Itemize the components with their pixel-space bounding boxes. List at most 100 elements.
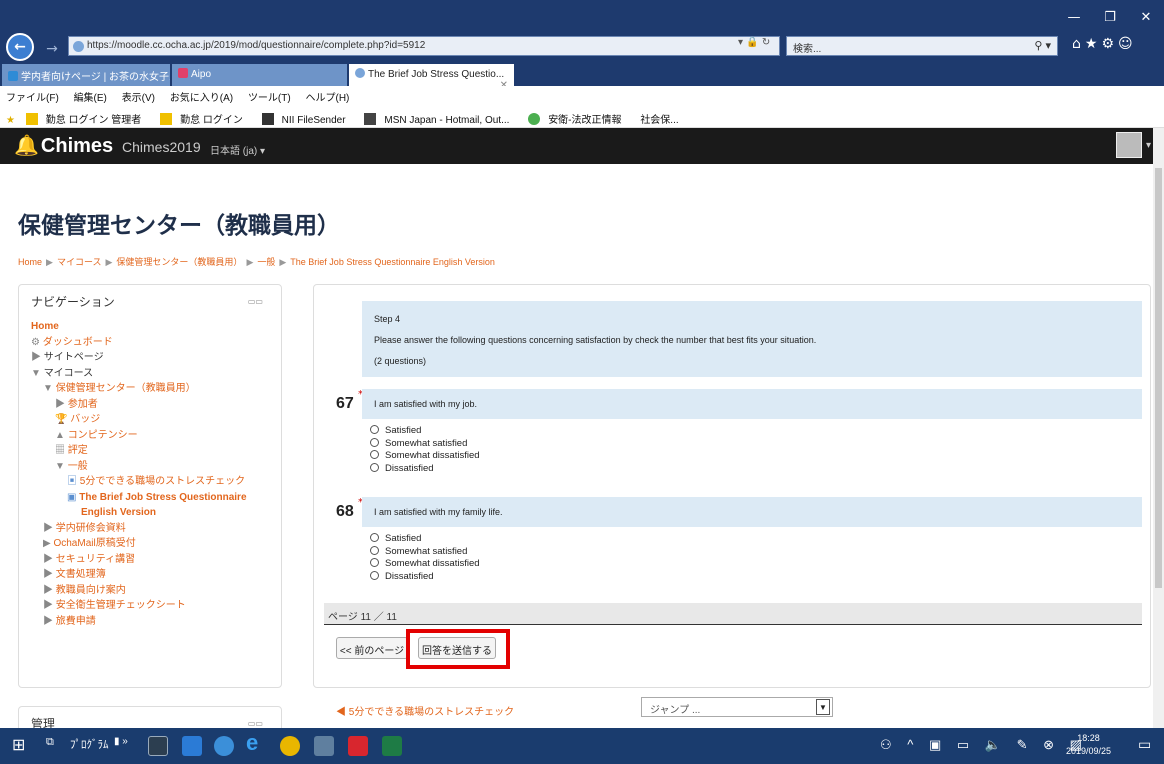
radio-button[interactable]: [370, 570, 379, 580]
nav-course[interactable]: ▼ 保健管理センター（教職員用）: [31, 381, 279, 397]
chevron-down-icon[interactable]: ▼: [816, 699, 830, 715]
nav-badges[interactable]: 🏆 バッジ: [31, 412, 279, 428]
windows-start-icon[interactable]: ⊞: [12, 735, 25, 755]
nav-course-anzen[interactable]: ▶ 安全衛生管理チェックシート: [31, 598, 279, 614]
logo-text: Chimes: [40, 135, 114, 157]
task-view-icon[interactable]: ⧉: [46, 736, 54, 749]
chrome-icon[interactable]: [280, 736, 300, 756]
site-name[interactable]: Chimes2019: [122, 139, 201, 155]
radio-button[interactable]: [370, 425, 379, 434]
internet-explorer-icon[interactable]: e: [246, 730, 258, 756]
nav-course-security[interactable]: ▶ セキュリティ講習: [31, 552, 279, 568]
tab-questionnaire[interactable]: The Brief Job Stress Questio... ✕: [349, 64, 514, 86]
option-somewhat-satisfied[interactable]: Somewhat satisfied: [370, 437, 480, 451]
clock[interactable]: 18:28 2019/09/25: [1066, 732, 1111, 758]
menu-favorites[interactable]: お気に入り(A): [170, 93, 233, 104]
breadcrumb-home[interactable]: Home: [18, 257, 42, 267]
nav-course-ryohi[interactable]: ▶ 旅費申請: [31, 614, 279, 630]
nav-activity-questionnaire[interactable]: ▣ The Brief Job Stress Questionnaire: [31, 490, 279, 506]
previous-activity-link[interactable]: ◀ 5分でできる職場のストレスチェック: [336, 703, 514, 718]
file-explorer-icon[interactable]: [182, 736, 202, 756]
user-avatar[interactable]: [1116, 132, 1142, 158]
system-tray[interactable]: ⚇ ^ ▣ ▭ 🔈 ✎ ⊗ ▨: [880, 737, 1088, 753]
nav-general[interactable]: ▼ 一般: [31, 459, 279, 475]
breadcrumb-questionnaire[interactable]: The Brief Job Stress Questionnaire Engli…: [290, 257, 495, 267]
nav-course-bunsho[interactable]: ▶ 文書処理簿: [31, 567, 279, 583]
breadcrumb-general[interactable]: 一般: [257, 257, 275, 267]
close-window-button[interactable]: ✕: [1130, 10, 1162, 25]
nav-course-annai[interactable]: ▶ 教職員向け案内: [31, 583, 279, 599]
nav-label: 学内研修会資料: [55, 522, 126, 534]
fav-item-msn[interactable]: MSN Japan - Hotmail, Out...: [364, 113, 517, 126]
option-dissatisfied[interactable]: Dissatisfied: [370, 570, 480, 584]
toolbar-icons[interactable]: ⌂★⚙☺: [1072, 36, 1137, 52]
nav-grades[interactable]: ▦ 評定: [31, 443, 279, 459]
radio-button[interactable]: [370, 533, 379, 542]
notification-icon[interactable]: ▭: [1138, 736, 1151, 753]
aipo-icon: [178, 68, 188, 78]
restore-button[interactable]: ❐: [1094, 10, 1126, 25]
nav-dashboard[interactable]: ⚙ ダッシュボード: [31, 335, 279, 351]
fav-item-kintai-admin[interactable]: 勤怠 ログイン 管理者: [25, 113, 150, 126]
option-satisfied[interactable]: Satisfied: [370, 533, 480, 546]
fav-item-anei[interactable]: 安衛-法改正情報: [528, 113, 629, 126]
nav-participants[interactable]: ▶ 参加者: [31, 397, 279, 413]
menu-file[interactable]: ファイル(F): [6, 93, 59, 104]
lock-refresh-icon[interactable]: ▾ 🔒 ↻: [738, 37, 770, 48]
radio-button[interactable]: [370, 437, 379, 447]
nav-competencies[interactable]: ▲ コンピテンシー: [31, 428, 279, 444]
nav-home[interactable]: Home: [31, 319, 279, 335]
radio-button[interactable]: [370, 545, 379, 555]
breadcrumb-course[interactable]: 保健管理センター（教職員用）: [116, 257, 242, 267]
excel-icon[interactable]: [382, 736, 402, 756]
breadcrumb-mycourses[interactable]: マイコース: [57, 257, 102, 267]
site-logo[interactable]: 🔔 Chimes: [14, 133, 113, 158]
app-icon[interactable]: [214, 736, 234, 756]
tab-aipo[interactable]: Aipo: [172, 64, 347, 86]
nav-course-ochamail[interactable]: ▶ OchaMail原稿受付: [31, 536, 279, 552]
option-somewhat-dissatisfied[interactable]: Somewhat dissatisfied: [370, 450, 480, 463]
forward-button[interactable]: →: [40, 37, 64, 61]
menu-view[interactable]: 表示(V): [122, 93, 155, 104]
language-menu[interactable]: 日本語 (ja) ▾: [210, 142, 265, 157]
address-bar[interactable]: https://moodle.cc.ocha.ac.jp/2019/mod/qu…: [68, 36, 780, 56]
question-options: Satisfied Somewhat satisfied Somewhat di…: [370, 533, 480, 583]
option-satisfied[interactable]: Satisfied: [370, 425, 480, 438]
block-controls-icon[interactable]: ▭▭: [248, 719, 263, 728]
nav-activity-questionnaire-line2[interactable]: English Version: [31, 505, 279, 521]
fav-item-filesender[interactable]: NII FileSender: [261, 113, 354, 126]
search-icon[interactable]: ⚲ ▾: [1034, 39, 1051, 52]
favorites-star-icon[interactable]: ★: [6, 115, 15, 126]
back-button[interactable]: ←: [6, 33, 34, 61]
chevron-down-icon[interactable]: ▾: [1146, 140, 1151, 151]
nav-activity-stresscheck[interactable]: ▣ 5分でできる職場のストレスチェック: [31, 474, 279, 490]
tab-gakunai[interactable]: 学内者向けページ | お茶の水女子...: [2, 64, 170, 86]
jump-select[interactable]: ジャンプ ... ▼: [641, 697, 833, 717]
submit-response-button[interactable]: 回答を送信する: [418, 637, 496, 659]
radio-button[interactable]: [370, 450, 379, 459]
search-input[interactable]: 検索... ⚲ ▾: [786, 36, 1058, 56]
terminal-icon[interactable]: [148, 736, 168, 756]
acrobat-icon[interactable]: [348, 736, 368, 756]
nav-site-pages[interactable]: ▶ サイトページ: [31, 350, 279, 366]
fav-item-kintai[interactable]: 勤怠 ログイン: [160, 113, 251, 126]
radio-button[interactable]: [370, 462, 379, 472]
block-controls-icon[interactable]: ▭▭: [248, 297, 263, 306]
scrollbar-thumb[interactable]: [1155, 168, 1162, 588]
option-somewhat-satisfied[interactable]: Somewhat satisfied: [370, 545, 480, 559]
option-dissatisfied[interactable]: Dissatisfied: [370, 462, 480, 476]
menu-edit[interactable]: 編集(E): [74, 93, 107, 104]
menu-help[interactable]: ヘルプ(H): [306, 93, 350, 104]
radio-button[interactable]: [370, 558, 379, 567]
menu-tools[interactable]: ツール(T): [248, 93, 291, 104]
programs-toolbar[interactable]: ﾌﾟﾛｸﾞﾗﾑ: [70, 736, 109, 752]
nav-course-kenshu[interactable]: ▶ 学内研修会資料: [31, 521, 279, 537]
minimize-button[interactable]: —: [1058, 10, 1090, 25]
option-somewhat-dissatisfied[interactable]: Somewhat dissatisfied: [370, 558, 480, 571]
fav-item-shakai[interactable]: 社会保...: [640, 115, 678, 126]
nav-my-courses[interactable]: ▼ マイコース: [31, 366, 279, 382]
toolbar-expand-icon[interactable]: ▮ »: [114, 736, 128, 747]
chevron-right-icon: ▶: [43, 615, 56, 627]
previous-page-button[interactable]: << 前のページ: [336, 637, 408, 659]
tool-icon[interactable]: [314, 736, 334, 756]
